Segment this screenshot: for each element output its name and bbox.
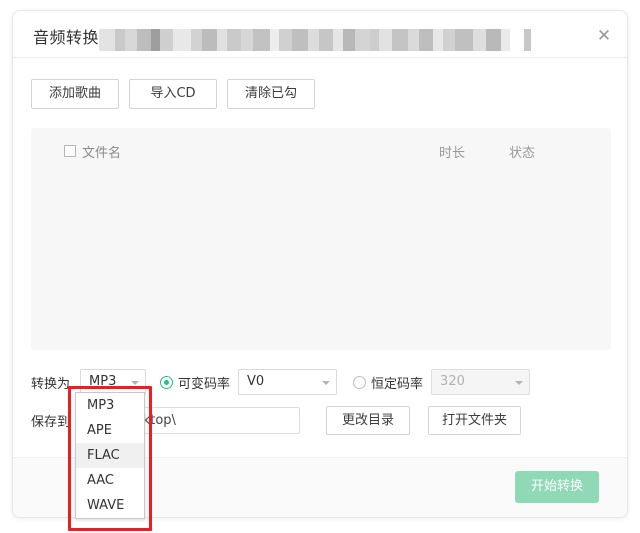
close-icon[interactable]: ✕ (593, 25, 615, 47)
vbr-quality-value: V0 (247, 374, 265, 389)
format-option-wave[interactable]: WAVE (76, 493, 144, 518)
cbr-radio-option[interactable]: 恒定码率 (353, 373, 423, 392)
clear-checked-button[interactable]: 清除已勾 (227, 79, 315, 109)
vbr-label: 可变码率 (178, 376, 231, 392)
format-option-flac[interactable]: FLAC (76, 443, 144, 468)
vbr-radio-option[interactable]: 可变码率 (160, 373, 230, 392)
chevron-down-icon (131, 381, 140, 385)
format-option-ape[interactable]: APE (76, 418, 144, 443)
format-option-aac[interactable]: AAC (76, 468, 144, 493)
vbr-quality-select[interactable]: V0 (238, 369, 338, 395)
toolbar: 添加歌曲 导入CD 清除已勾 (31, 79, 315, 109)
save-to-label: 保存到 (31, 414, 71, 430)
chevron-down-icon (515, 381, 524, 385)
cbr-radio-icon[interactable] (353, 375, 367, 389)
dialog-title: 音频转换 (33, 28, 100, 47)
open-folder-button[interactable]: 打开文件夹 (428, 405, 522, 435)
import-cd-button[interactable]: 导入CD (129, 79, 217, 109)
dialog-titlebar: 音频转换 ✕ (13, 11, 627, 58)
redacted-title-overlay (99, 29, 531, 51)
cbr-label: 恒定码率 (371, 376, 424, 392)
convert-to-label: 转换为 (31, 376, 71, 392)
file-list-panel: 文件名 时长 状态 (31, 128, 611, 350)
add-songs-button[interactable]: 添加歌曲 (31, 79, 119, 109)
select-all-checkbox[interactable] (64, 145, 76, 157)
file-list-body[interactable] (31, 174, 611, 350)
format-select-value: MP3 (89, 374, 117, 389)
cbr-bitrate-value: 320 (440, 374, 465, 389)
screen-root: 音频转换 ✕ 添加歌曲 导入CD 清除已勾 文件名 时长 状态 转换为 MP3 (0, 0, 640, 533)
cbr-bitrate-select: 320 (431, 369, 531, 395)
file-list-header: 文件名 时长 状态 (31, 128, 611, 174)
format-dropdown-list[interactable]: MP3 APE FLAC AAC WAVE (75, 392, 145, 519)
format-option-mp3[interactable]: MP3 (76, 393, 144, 418)
column-header-duration: 时长 (439, 146, 466, 161)
change-directory-button[interactable]: 更改目录 (326, 405, 411, 435)
column-header-filename: 文件名 (82, 146, 122, 161)
column-header-status: 状态 (509, 146, 536, 161)
vbr-radio-icon[interactable] (160, 375, 174, 389)
chevron-down-icon (322, 381, 331, 385)
start-conversion-button[interactable]: 开始转换 (515, 471, 599, 503)
